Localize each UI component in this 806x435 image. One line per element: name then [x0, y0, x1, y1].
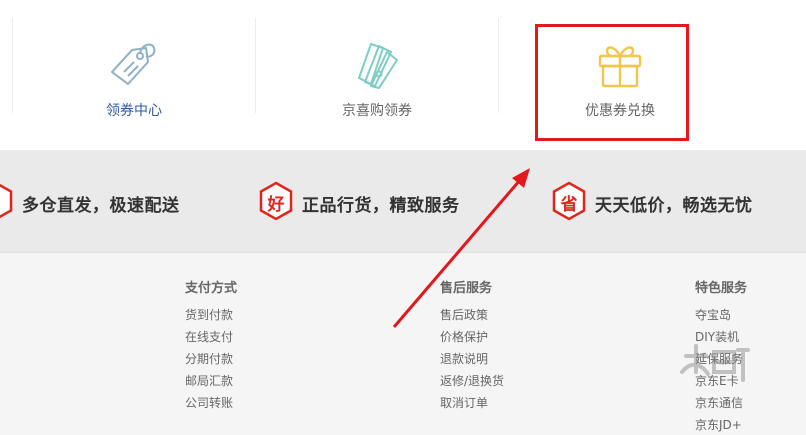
- footer-link[interactable]: 邮局汇款: [185, 370, 237, 392]
- hexagon-badge-icon: [0, 183, 13, 219]
- promise-low-price: 省 天天低价，畅选无忧: [551, 181, 781, 221]
- tag-icon: [111, 43, 156, 85]
- footer-column-title: 支付方式: [185, 281, 238, 296]
- footer-link[interactable]: 货到付款: [185, 304, 237, 326]
- footer-link[interactable]: 退款说明: [440, 348, 504, 370]
- service-promise-band: 多仓直发，极速配送 好 正品行货，精致服务 省 天天低价，畅选无忧: [0, 150, 806, 252]
- footer-column-title: 售后服务: [440, 281, 493, 296]
- footer-link[interactable]: 分期付款: [185, 348, 237, 370]
- footer-link[interactable]: 在线支付: [185, 326, 237, 348]
- footer-column-after-sales: 售后服务 售后政策 价格保护 退款说明 返修/退换货 取消订单: [440, 277, 504, 414]
- highlight-box: [535, 24, 689, 141]
- promise-text: 天天低价，畅选无忧: [595, 196, 753, 216]
- footer-link[interactable]: 公司转账: [185, 392, 237, 414]
- promise-fast-delivery: 多仓直发，极速配送: [0, 181, 198, 221]
- divider: [12, 18, 13, 113]
- footer-link[interactable]: 京东通信: [695, 392, 747, 414]
- footer-link[interactable]: 售后政策: [440, 304, 504, 326]
- footer-link[interactable]: 延保服务: [695, 348, 747, 370]
- footer-links: 支付方式 货到付款 在线支付 分期付款 邮局汇款 公司转账 售后服务 售后政策 …: [0, 252, 806, 435]
- footer-link[interactable]: 取消订单: [440, 392, 504, 414]
- footer-link[interactable]: DIY装机: [695, 326, 747, 348]
- jingxi-coupon-link[interactable]: 京喜购领券: [256, 0, 498, 130]
- footer-link[interactable]: 京东JD+: [695, 414, 747, 435]
- footer-column-title: 特色服务: [695, 281, 748, 296]
- coupon-center-label: 领券中心: [106, 103, 162, 119]
- coupon-center-link[interactable]: 领券中心: [14, 0, 254, 130]
- jingxi-coupon-label: 京喜购领券: [342, 103, 412, 119]
- footer-link[interactable]: 价格保护: [440, 326, 504, 348]
- promise-badge-char: 好: [267, 195, 285, 215]
- promise-text: 多仓直发，极速配送: [22, 196, 180, 216]
- tickets-icon: [358, 43, 398, 89]
- divider: [498, 18, 499, 113]
- promise-genuine: 好 正品行货，精致服务: [258, 181, 488, 221]
- footer-link[interactable]: 返修/退换货: [440, 370, 504, 392]
- footer-link[interactable]: 夺宝岛: [695, 304, 747, 326]
- promise-badge-char: 省: [560, 195, 578, 215]
- footer-column-special: 特色服务 夺宝岛 DIY装机 延保服务 京东E卡 京东通信 京东JD+: [695, 277, 747, 435]
- promise-text: 正品行货，精致服务: [302, 196, 460, 216]
- footer-column-payment: 支付方式 货到付款 在线支付 分期付款 邮局汇款 公司转账: [185, 277, 237, 414]
- footer-link[interactable]: 京东E卡: [695, 370, 747, 392]
